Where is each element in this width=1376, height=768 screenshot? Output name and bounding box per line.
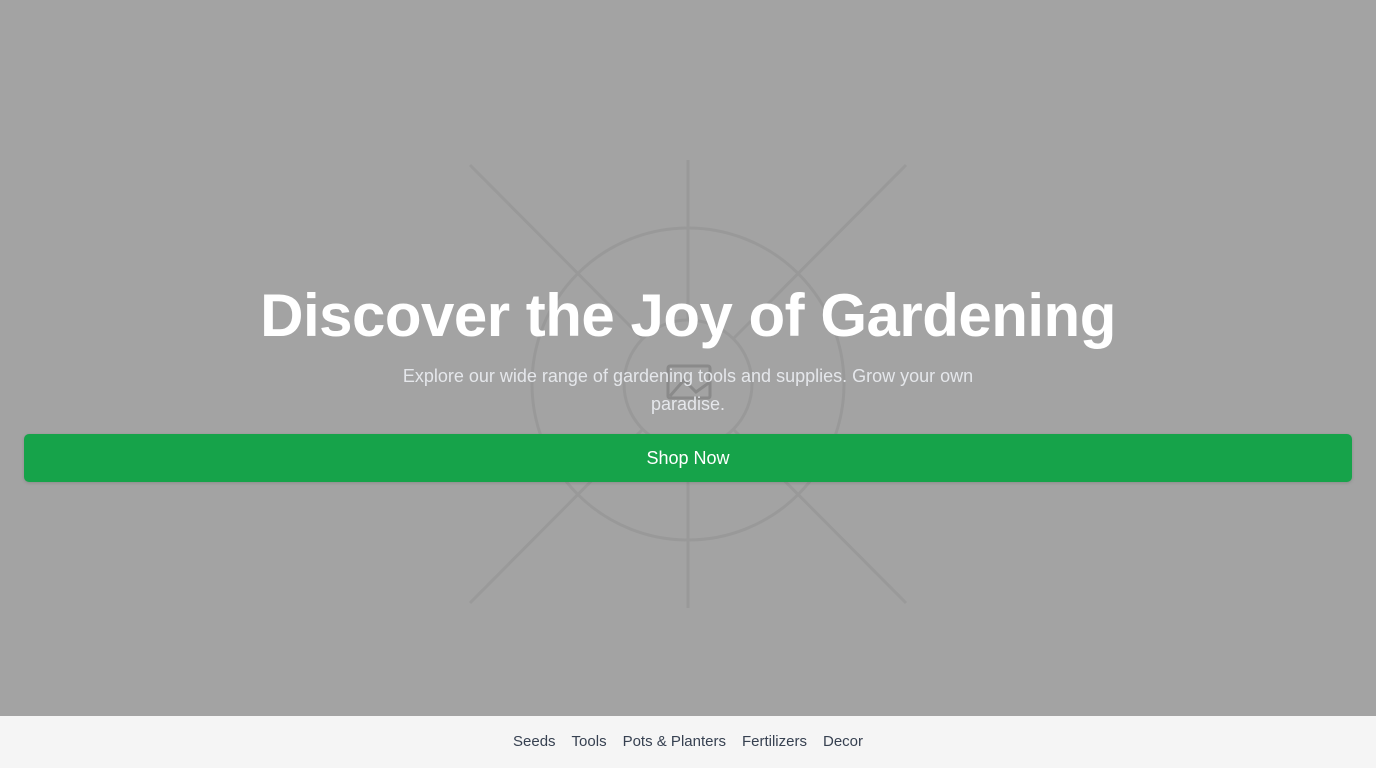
shop-now-button[interactable]: Shop Now (24, 434, 1352, 482)
hero-section: Discover the Joy of Gardening Explore ou… (0, 0, 1376, 716)
category-nav: Seeds Tools Pots & Planters Fertilizers … (0, 716, 1376, 768)
hero-subtitle: Explore our wide range of gardening tool… (402, 366, 974, 414)
hero-title: Discover the Joy of Gardening (260, 282, 1116, 349)
nav-link-tools[interactable]: Tools (572, 732, 607, 752)
hero-content: Discover the Joy of Gardening Explore ou… (0, 0, 1376, 716)
nav-link-fertilizers[interactable]: Fertilizers (742, 732, 807, 752)
nav-link-pots-planters[interactable]: Pots & Planters (623, 732, 726, 752)
nav-link-decor[interactable]: Decor (823, 732, 863, 752)
nav-link-seeds[interactable]: Seeds (513, 732, 556, 752)
